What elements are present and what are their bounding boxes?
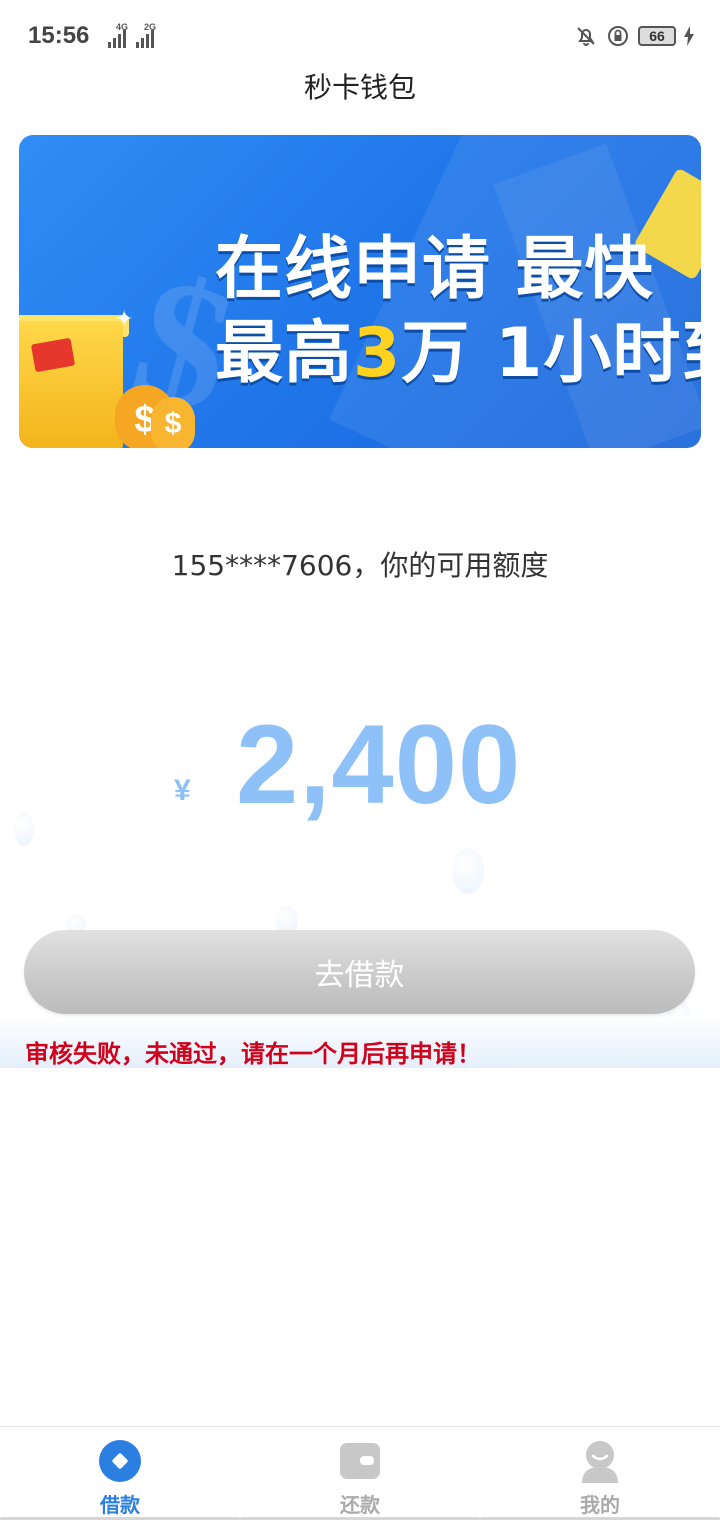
tab-label: 还款 [340, 1493, 380, 1517]
tab-repay[interactable]: 还款 [240, 1427, 480, 1520]
bell-muted-icon [577, 27, 595, 46]
charging-icon [684, 26, 694, 46]
tab-label: 借款 [100, 1493, 140, 1517]
credit-amount: 2,400 [236, 702, 522, 827]
currency-symbol: ¥ [174, 774, 191, 807]
page-title: 秒卡钱包 [303, 71, 416, 104]
banner-subheadline: 最高3万 1小时到 [215, 314, 701, 393]
promo-banner[interactable]: $ ✦ $ $ 在线申请 最快 最高3万 1小时到 [19, 135, 701, 448]
loan-icon [99, 1440, 141, 1482]
signal-4g-icon: 4G [108, 22, 128, 48]
tab-mine[interactable]: 我的 [480, 1427, 720, 1520]
user-profile-icon [582, 1441, 618, 1483]
status-time: 15:56 [28, 22, 90, 49]
status-icons: 66 [574, 24, 694, 48]
money-bag-icon: $ [151, 397, 195, 448]
sparkle-icon: ✦ [115, 307, 134, 332]
treasure-chest-icon [19, 321, 123, 448]
tab-loan[interactable]: 借款 [0, 1427, 240, 1520]
decor-drop [452, 848, 484, 894]
borrow-button[interactable]: 去借款 [24, 930, 695, 1014]
wallet-icon [340, 1443, 380, 1479]
rotation-lock-icon [608, 26, 628, 46]
review-failed-notice: 审核失败，未通过，请在一个月后再申请！ [25, 1040, 481, 1068]
signal-2g-icon: 2G [136, 22, 156, 48]
status-bar: 15:56 4G 2G 66 [0, 0, 720, 72]
credit-greeting: 155****7606，你的可用额度 [171, 549, 549, 582]
battery-icon: 66 [638, 26, 676, 46]
bottom-tabbar: 借款 还款 我的 [0, 1426, 720, 1520]
available-credit: ¥ 2,400 [0, 700, 720, 830]
tab-label: 我的 [580, 1493, 620, 1517]
